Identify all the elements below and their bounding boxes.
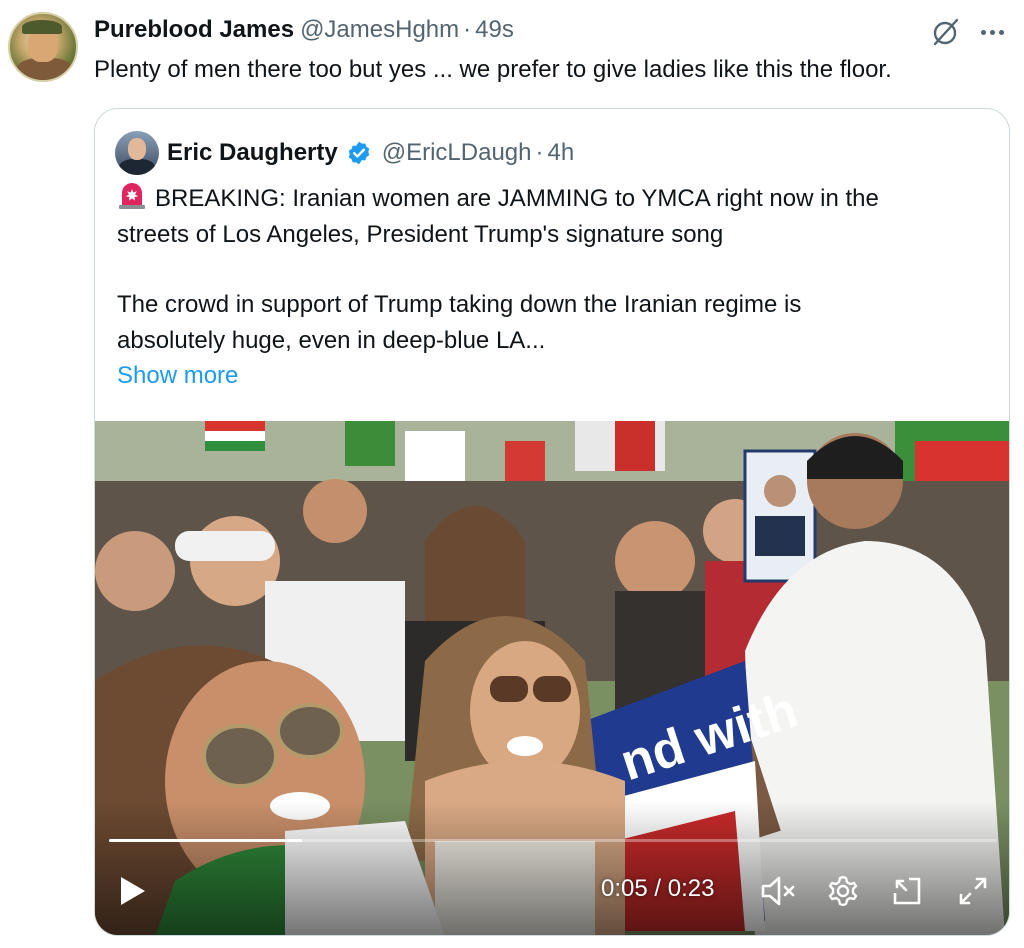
play-icon[interactable] [115,871,149,911]
quoted-author-avatar[interactable] [115,131,159,175]
mute-icon[interactable] [759,873,799,909]
show-more-link[interactable]: Show more [117,359,238,393]
siren-icon [119,183,145,209]
author-display-name[interactable]: Pureblood James [94,16,294,44]
video-time-display: 0:05 / 0:23 [601,875,715,902]
tweet-header: Pureblood James @JamesHghm · 49s [94,14,514,46]
fullscreen-icon[interactable] [955,873,991,909]
verified-icon [348,141,370,165]
grok-icon[interactable] [930,16,962,48]
video-player[interactable]: nd with 0:05 / 0:23 [95,421,1009,935]
author-avatar[interactable] [8,12,78,82]
quoted-tweet-header: Eric Daugherty @EricLDaugh · 4h [167,137,574,169]
settings-icon[interactable] [825,873,861,909]
quoted-author-display-name[interactable]: Eric Daugherty [167,139,338,167]
more-icon[interactable] [976,20,1008,44]
author-handle[interactable]: @JamesHghm [300,16,459,44]
quoted-text-line3: The crowd in support of Trump taking dow… [117,291,802,318]
separator-dot: · [463,16,472,43]
tweet-text: Plenty of men there too but yes ... we p… [94,56,892,83]
quoted-tweet[interactable]: Eric Daugherty @EricLDaugh · 4h BREAKING… [94,108,1010,936]
video-frame: nd with [95,421,1009,935]
video-progress-fill [109,839,302,842]
quoted-text-line4: absolutely huge, even in deep-blue LA... [117,327,546,354]
video-controls: 0:05 / 0:23 [95,861,1009,925]
tweet-timestamp[interactable]: 49s [475,16,514,44]
video-progress-bar[interactable] [109,839,997,842]
quoted-text-line: BREAKING: Iranian women are JAMMING to Y… [117,181,997,217]
separator-dot: · [535,139,544,166]
quoted-text-line2: streets of Los Angeles, President Trump'… [117,221,724,248]
quoted-author-handle[interactable]: @EricLDaugh [382,139,532,167]
pip-icon[interactable] [889,873,925,909]
quoted-tweet-text: BREAKING: Iranian women are JAMMING to Y… [117,181,997,359]
quoted-text-line1: BREAKING: Iranian women are JAMMING to Y… [155,185,879,212]
quoted-tweet-timestamp[interactable]: 4h [547,139,574,167]
